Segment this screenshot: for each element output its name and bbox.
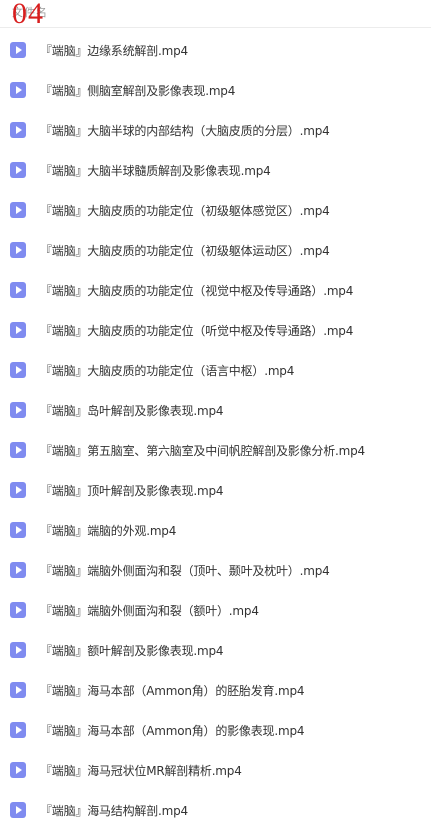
file-name[interactable]: 『端脑』顶叶解剖及影像表现.mp4 bbox=[40, 482, 224, 499]
file-item[interactable]: 『端脑』海马本部（Ammon角）的影像表现.mp4 bbox=[0, 710, 431, 750]
file-item[interactable]: 『端脑』海马冠状位MR解剖精析.mp4 bbox=[0, 750, 431, 790]
video-file-icon bbox=[10, 602, 26, 618]
video-file-icon bbox=[10, 722, 26, 738]
video-file-icon bbox=[10, 282, 26, 298]
file-name[interactable]: 『端脑』额叶解剖及影像表现.mp4 bbox=[40, 642, 224, 659]
file-item[interactable]: 『端脑』边缘系统解剖.mp4 bbox=[0, 30, 431, 70]
header-divider bbox=[0, 27, 431, 28]
file-item[interactable]: 『端脑』端脑外侧面沟和裂（额叶）.mp4 bbox=[0, 590, 431, 630]
file-name[interactable]: 『端脑』大脑半球的内部结构（大脑皮质的分层）.mp4 bbox=[40, 122, 330, 139]
file-item[interactable]: 『端脑』大脑皮质的功能定位（语言中枢）.mp4 bbox=[0, 350, 431, 390]
video-file-icon bbox=[10, 642, 26, 658]
file-name[interactable]: 『端脑』大脑皮质的功能定位（语言中枢）.mp4 bbox=[40, 362, 294, 379]
file-name[interactable]: 『端脑』大脑皮质的功能定位（视觉中枢及传导通路）.mp4 bbox=[40, 282, 353, 299]
file-name[interactable]: 『端脑』端脑的外观.mp4 bbox=[40, 522, 176, 539]
file-item[interactable]: 『端脑』顶叶解剖及影像表现.mp4 bbox=[0, 470, 431, 510]
file-item[interactable]: 『端脑』大脑皮质的功能定位（视觉中枢及传导通路）.mp4 bbox=[0, 270, 431, 310]
file-item[interactable]: 『端脑』额叶解剖及影像表现.mp4 bbox=[0, 630, 431, 670]
video-file-icon bbox=[10, 82, 26, 98]
video-file-icon bbox=[10, 682, 26, 698]
video-file-icon bbox=[10, 42, 26, 58]
video-file-icon bbox=[10, 762, 26, 778]
file-item[interactable]: 『端脑』岛叶解剖及影像表现.mp4 bbox=[0, 390, 431, 430]
video-file-icon bbox=[10, 202, 26, 218]
file-name[interactable]: 『端脑』边缘系统解剖.mp4 bbox=[40, 42, 188, 59]
file-name[interactable]: 『端脑』大脑皮质的功能定位（初级躯体运动区）.mp4 bbox=[40, 242, 330, 259]
file-item[interactable]: 『端脑』大脑半球髓质解剖及影像表现.mp4 bbox=[0, 150, 431, 190]
file-name[interactable]: 『端脑』侧脑室解剖及影像表现.mp4 bbox=[40, 82, 235, 99]
video-file-icon bbox=[10, 362, 26, 378]
file-name[interactable]: 『端脑』岛叶解剖及影像表现.mp4 bbox=[40, 402, 224, 419]
file-item[interactable]: 『端脑』大脑半球的内部结构（大脑皮质的分层）.mp4 bbox=[0, 110, 431, 150]
video-file-icon bbox=[10, 802, 26, 818]
file-item[interactable]: 『端脑』大脑皮质的功能定位（初级躯体运动区）.mp4 bbox=[0, 230, 431, 270]
file-item[interactable]: 『端脑』第五脑室、第六脑室及中间帆腔解剖及影像分析.mp4 bbox=[0, 430, 431, 470]
file-name[interactable]: 『端脑』第五脑室、第六脑室及中间帆腔解剖及影像分析.mp4 bbox=[40, 442, 365, 459]
video-file-icon bbox=[10, 402, 26, 418]
file-item[interactable]: 『端脑』端脑外侧面沟和裂（顶叶、颞叶及枕叶）.mp4 bbox=[0, 550, 431, 590]
file-item[interactable]: 『端脑』大脑皮质的功能定位（听觉中枢及传导通路）.mp4 bbox=[0, 310, 431, 350]
video-file-icon bbox=[10, 122, 26, 138]
video-file-icon bbox=[10, 322, 26, 338]
file-item[interactable]: 『端脑』端脑的外观.mp4 bbox=[0, 510, 431, 550]
video-file-icon bbox=[10, 162, 26, 178]
video-file-icon bbox=[10, 242, 26, 258]
video-file-icon bbox=[10, 442, 26, 458]
file-list: 『端脑』边缘系统解剖.mp4 『端脑』侧脑室解剖及影像表现.mp4 『端脑』大脑半球… bbox=[0, 30, 431, 830]
file-item[interactable]: 『端脑』侧脑室解剖及影像表现.mp4 bbox=[0, 70, 431, 110]
file-name[interactable]: 『端脑』端脑外侧面沟和裂（顶叶、颞叶及枕叶）.mp4 bbox=[40, 562, 330, 579]
file-name[interactable]: 『端脑』海马本部（Ammon角）的胚胎发育.mp4 bbox=[40, 682, 304, 699]
file-item[interactable]: 『端脑』海马本部（Ammon角）的胚胎发育.mp4 bbox=[0, 670, 431, 710]
file-name[interactable]: 『端脑』海马冠状位MR解剖精析.mp4 bbox=[40, 762, 242, 779]
file-name[interactable]: 『端脑』大脑皮质的功能定位（听觉中枢及传导通路）.mp4 bbox=[40, 322, 353, 339]
video-file-icon bbox=[10, 482, 26, 498]
video-file-icon bbox=[10, 562, 26, 578]
file-name[interactable]: 『端脑』大脑皮质的功能定位（初级躯体感觉区）.mp4 bbox=[40, 202, 330, 219]
file-name[interactable]: 『端脑』大脑半球髓质解剖及影像表现.mp4 bbox=[40, 162, 271, 179]
file-name[interactable]: 『端脑』端脑外侧面沟和裂（额叶）.mp4 bbox=[40, 602, 259, 619]
video-file-icon bbox=[10, 522, 26, 538]
file-name[interactable]: 『端脑』海马结构解剖.mp4 bbox=[40, 802, 188, 819]
file-name[interactable]: 『端脑』海马本部（Ammon角）的影像表现.mp4 bbox=[40, 722, 304, 739]
file-item[interactable]: 『端脑』大脑皮质的功能定位（初级躯体感觉区）.mp4 bbox=[0, 190, 431, 230]
file-item[interactable]: 『端脑』海马结构解剖.mp4 bbox=[0, 790, 431, 830]
